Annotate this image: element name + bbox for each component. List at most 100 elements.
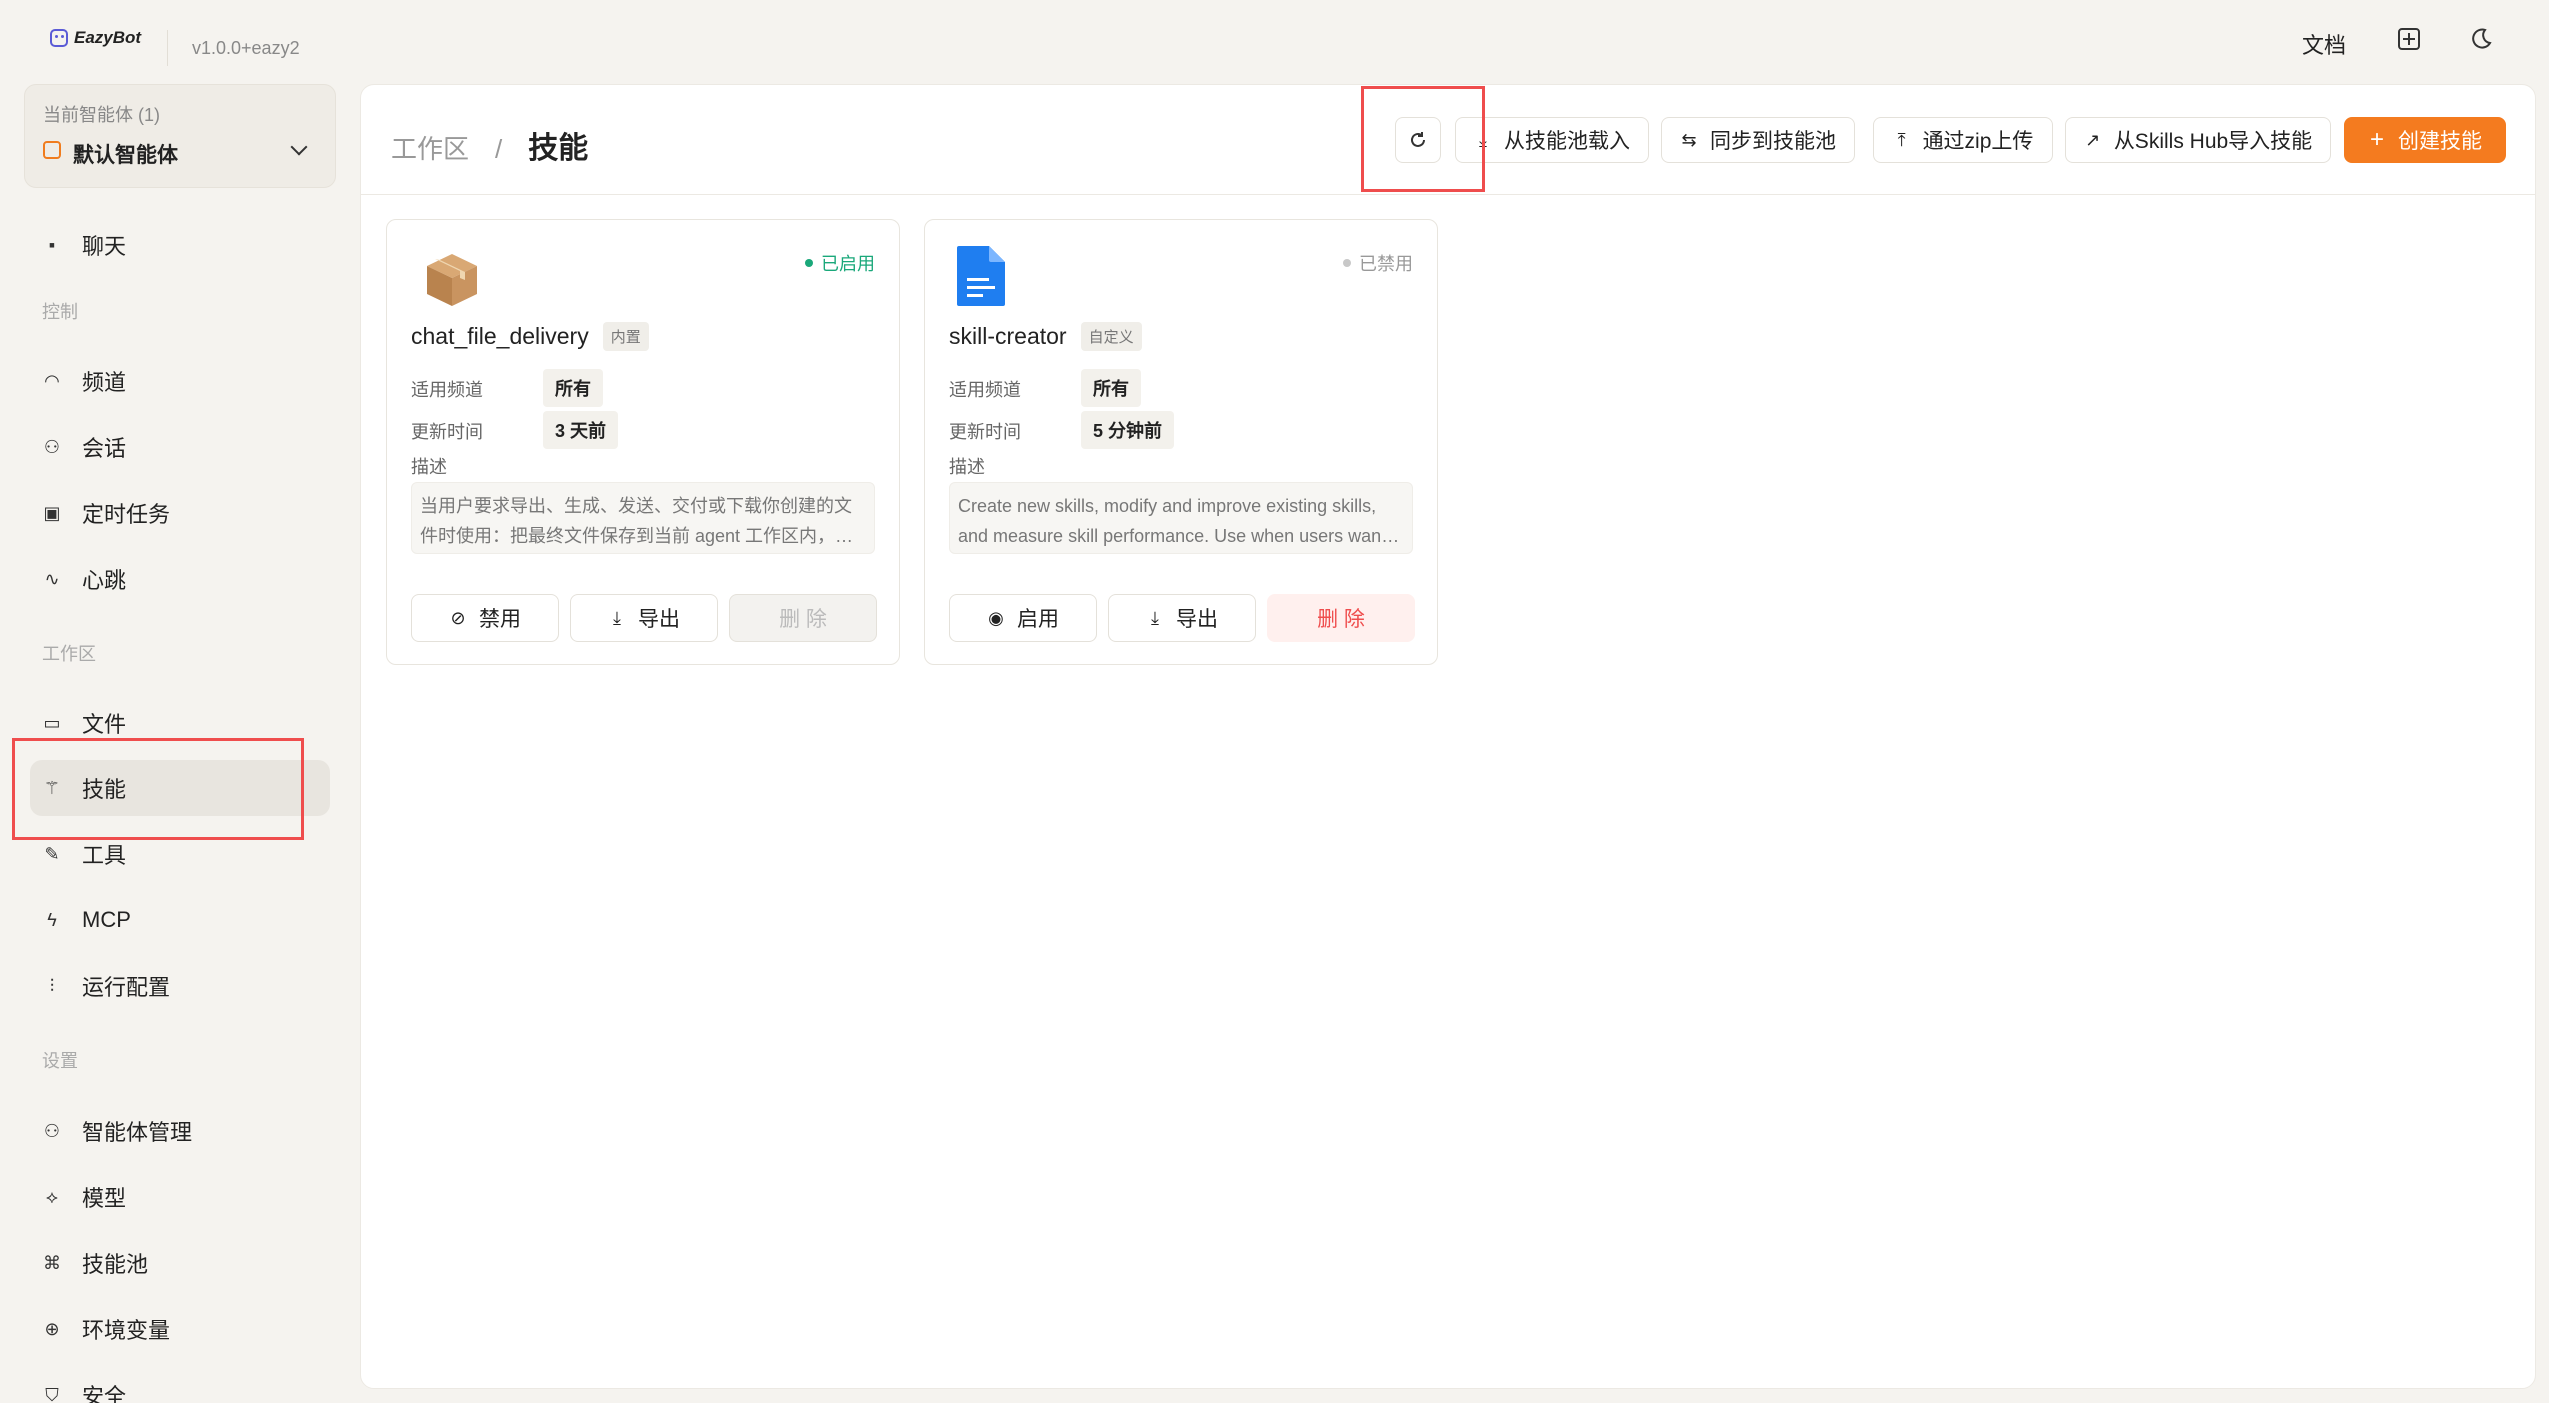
swap-icon: ⇆ bbox=[1681, 130, 1697, 150]
sidebar-item-heartbeat[interactable]: ∿ 心跳 bbox=[30, 551, 330, 607]
sidebar-item-chat[interactable]: ▪ 聊天 bbox=[30, 217, 330, 273]
main-panel: 工作区 / 技能 ⤓ 从技能池载入 ⇆ 同步到技能池 ⤒ 通过zip上传 ↗ 从… bbox=[360, 84, 2536, 1389]
bot-icon bbox=[43, 141, 61, 159]
skill-card[interactable]: 已启用 chat_file_delivery 内置 适用频道 所有 更新时间 3… bbox=[386, 219, 900, 665]
pulse-icon: ∿ bbox=[44, 569, 60, 589]
divider bbox=[167, 30, 168, 66]
skill-description: 当用户要求导出、生成、发送、交付或下载你创建的文件时使用：把最终文件保存到当前 … bbox=[411, 482, 875, 554]
package-icon bbox=[427, 254, 477, 306]
status-dot bbox=[805, 259, 813, 267]
description-text: Create new skills, modify and improve ex… bbox=[958, 496, 1387, 546]
download-icon: ⤓ bbox=[1151, 608, 1159, 628]
sidebar-item-label: 文件 bbox=[82, 712, 127, 737]
enable-button[interactable]: ◉ 启用 bbox=[949, 594, 1097, 642]
upload-zip-button[interactable]: ⤒ 通过zip上传 bbox=[1873, 117, 2053, 163]
button-label: 导出 bbox=[1176, 608, 1218, 631]
updated-label: 更新时间 bbox=[411, 422, 483, 442]
wifi-icon: ◠ bbox=[44, 371, 60, 391]
app-name: EazyBot bbox=[74, 28, 142, 47]
moon-icon[interactable] bbox=[2468, 26, 2496, 54]
sidebar-item-label: 环境变量 bbox=[82, 1318, 171, 1343]
sidebar-item-scheduled-tasks[interactable]: ▣ 定时任务 bbox=[30, 485, 330, 541]
status-text: 已禁用 bbox=[1359, 254, 1413, 274]
robot-icon bbox=[50, 29, 68, 47]
sidebar-item-models[interactable]: ⟡ 模型 bbox=[30, 1169, 330, 1225]
sidebar-item-label: 技能 bbox=[82, 777, 127, 802]
chevron-down-icon bbox=[290, 138, 308, 156]
docs-link[interactable]: 文档 bbox=[2302, 28, 2346, 60]
sidebar-item-label: 频道 bbox=[82, 370, 127, 395]
chat-icon: ▪ bbox=[48, 235, 56, 255]
eye-off-icon: ⊘ bbox=[450, 608, 466, 628]
refresh-button[interactable] bbox=[1395, 117, 1441, 163]
external-link-icon: ↗ bbox=[2085, 130, 2101, 150]
skill-title: chat_file_delivery 内置 bbox=[411, 322, 649, 351]
sidebar-item-label: 智能体管理 bbox=[82, 1120, 193, 1145]
sidebar-item-files[interactable]: ▭ 文件 bbox=[30, 695, 330, 751]
button-label: 导出 bbox=[638, 608, 680, 631]
channel-value: 所有 bbox=[1081, 369, 1141, 407]
breadcrumb-parent[interactable]: 工作区 bbox=[391, 129, 469, 166]
skill-description: Create new skills, modify and improve ex… bbox=[949, 482, 1413, 554]
button-label: 禁用 bbox=[479, 608, 521, 631]
updated-label: 更新时间 bbox=[949, 422, 1021, 442]
plus-icon: + bbox=[2369, 126, 2384, 153]
sidebar-item-security[interactable]: ⛉ 安全 bbox=[30, 1367, 330, 1403]
calendar-icon: ▣ bbox=[43, 503, 61, 523]
sidebar-item-label: 心跳 bbox=[82, 568, 127, 593]
export-button[interactable]: ⤓ 导出 bbox=[570, 594, 718, 642]
create-skill-button[interactable]: + 创建技能 bbox=[2344, 117, 2506, 163]
sync-to-pool-button[interactable]: ⇆ 同步到技能池 bbox=[1661, 117, 1855, 163]
disable-button[interactable]: ⊘ 禁用 bbox=[411, 594, 559, 642]
agent-selector-value: 默认智能体 bbox=[73, 144, 178, 167]
shield-icon: ⛉ bbox=[45, 1385, 59, 1403]
sidebar-item-channels[interactable]: ◠ 频道 bbox=[30, 353, 330, 409]
description-text: 当用户要求导出、生成、发送、交付或下载你创建的文件时使用：把最终文件保存到当前 … bbox=[420, 496, 852, 546]
button-label: 启用 bbox=[1017, 608, 1059, 631]
load-from-pool-button[interactable]: ⤓ 从技能池载入 bbox=[1455, 117, 1649, 163]
magic-wand-icon: ⚚ bbox=[43, 778, 61, 798]
status-text: 已启用 bbox=[821, 254, 875, 274]
sidebar-item-skill-pool[interactable]: ⌘ 技能池 bbox=[30, 1235, 330, 1291]
sidebar: 当前智能体 (1) 默认智能体 ▪ 聊天 控制 ◠ 频道 ⚇ 会话 ▣ 定时任务… bbox=[0, 84, 350, 1403]
sidebar-item-label: 运行配置 bbox=[82, 975, 171, 1000]
updated-value: 3 天前 bbox=[543, 411, 619, 449]
sidebar-item-tools[interactable]: ✎ 工具 bbox=[30, 826, 330, 882]
user-settings-icon: ⚇ bbox=[43, 1121, 61, 1141]
skill-name: skill-creator bbox=[949, 323, 1067, 349]
button-label: 通过zip上传 bbox=[1922, 130, 2034, 153]
skill-title: skill-creator 自定义 bbox=[949, 322, 1142, 351]
delete-button[interactable]: 删 除 bbox=[729, 594, 877, 642]
export-button[interactable]: ⤓ 导出 bbox=[1108, 594, 1256, 642]
layout-icon[interactable] bbox=[2396, 26, 2424, 54]
import-skills-hub-button[interactable]: ↗ 从Skills Hub导入技能 bbox=[2065, 117, 2331, 163]
sidebar-item-env-vars[interactable]: ⊕ 环境变量 bbox=[30, 1301, 330, 1357]
button-label: 删 除 bbox=[1317, 608, 1365, 631]
sidebar-item-skills[interactable]: ⚚ 技能 bbox=[30, 760, 330, 816]
skill-tag: 自定义 bbox=[1080, 322, 1142, 351]
button-label: 创建技能 bbox=[2398, 130, 2482, 153]
globe-icon: ⊕ bbox=[44, 1319, 60, 1339]
folder-icon: ▭ bbox=[43, 713, 61, 733]
sidebar-item-agent-management[interactable]: ⚇ 智能体管理 bbox=[30, 1103, 330, 1159]
document-icon bbox=[957, 246, 1005, 306]
lightning-icon: ϟ bbox=[47, 910, 57, 930]
sidebar-item-mcp[interactable]: ϟ MCP bbox=[30, 892, 330, 948]
skill-tag: 内置 bbox=[602, 322, 649, 351]
delete-button[interactable]: 删 除 bbox=[1267, 594, 1415, 642]
button-label: 同步到技能池 bbox=[1710, 130, 1836, 153]
sidebar-item-sessions[interactable]: ⚇ 会话 bbox=[30, 419, 330, 475]
model-icon: ⟡ bbox=[46, 1187, 58, 1207]
skill-card[interactable]: 已禁用 skill-creator 自定义 适用频道 所有 更新时间 5 分钟前… bbox=[924, 219, 1438, 665]
sidebar-item-label: 安全 bbox=[82, 1384, 127, 1403]
app-version: v1.0.0+eazy2 bbox=[192, 38, 300, 58]
sidebar-item-runtime-config[interactable]: ⫶ 运行配置 bbox=[30, 958, 330, 1014]
sidebar-item-label: 定时任务 bbox=[82, 502, 171, 527]
sidebar-item-label: 技能池 bbox=[82, 1252, 149, 1277]
sidebar-item-label: 聊天 bbox=[82, 234, 127, 259]
command-icon: ⌘ bbox=[43, 1253, 61, 1273]
channel-label: 适用频道 bbox=[949, 380, 1021, 400]
status-dot bbox=[1343, 259, 1351, 267]
app-logo[interactable]: EazyBot bbox=[50, 28, 141, 48]
agent-selector[interactable]: 当前智能体 (1) 默认智能体 bbox=[24, 84, 336, 188]
